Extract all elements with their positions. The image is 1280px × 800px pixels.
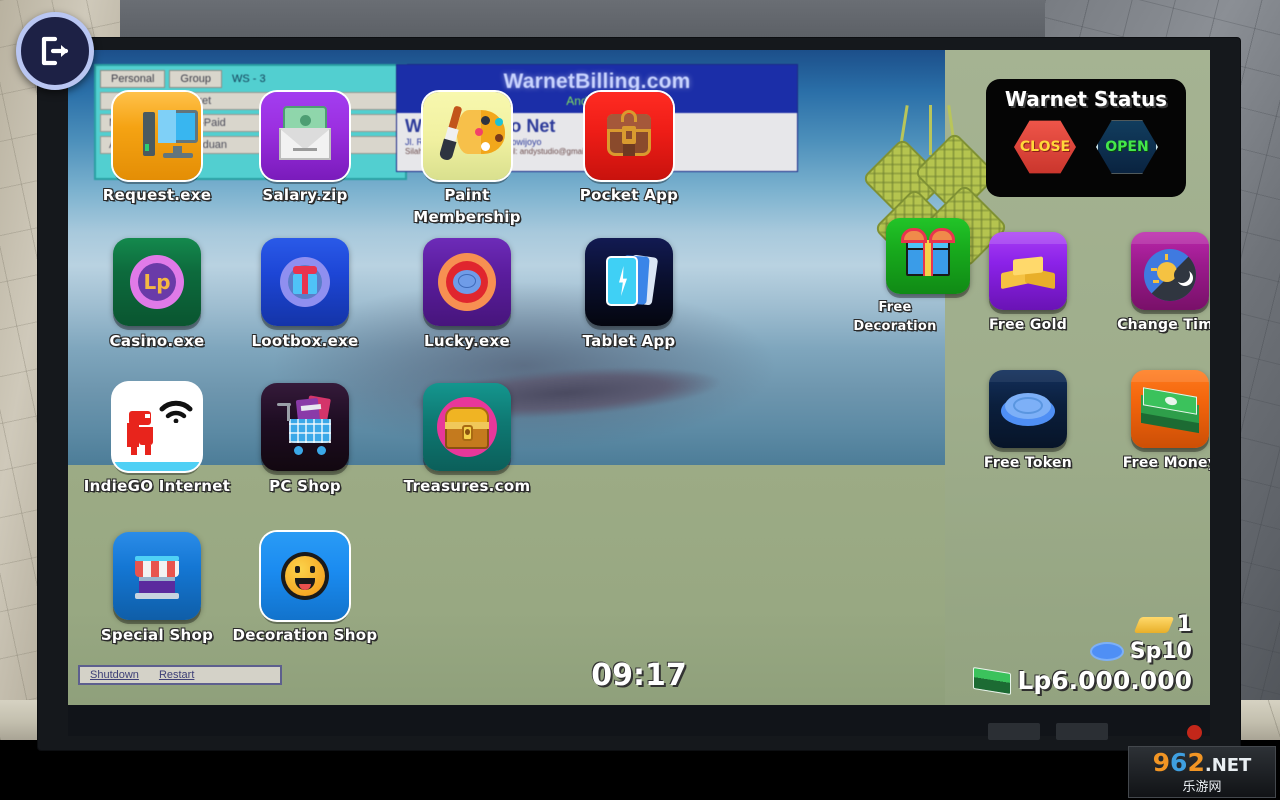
desktop-icon-label: Salary.zip <box>262 186 348 204</box>
desktop-icon-label: Special Shop <box>100 626 214 644</box>
watermark-net: .NET <box>1204 754 1252 776</box>
lucky-wheel-icon[interactable] <box>423 238 511 326</box>
desktop-icon-label: Casino.exe <box>109 332 205 350</box>
dino-wifi-icon[interactable] <box>113 383 201 471</box>
desktop-icon-label: Pocket App <box>579 186 679 204</box>
shutdown-button[interactable]: Shutdown <box>80 669 149 681</box>
reward-icon-label: Change Time <box>1117 317 1210 333</box>
smiley-face-icon[interactable] <box>261 532 349 620</box>
desktop-icon-paint-membership[interactable]: Paint Membership <box>392 92 542 229</box>
shopping-cart-icon[interactable] <box>261 383 349 471</box>
desktop-icon-label: Lootbox.exe <box>251 332 359 350</box>
tab-personal[interactable]: Personal <box>100 70 166 88</box>
desktop-icon-tablet-app[interactable]: Tablet App <box>554 238 704 353</box>
watermark-line-2: 乐游网 <box>1182 779 1222 795</box>
desktop-icon-pc-shop[interactable]: PC Shop <box>230 383 380 498</box>
desktop-icon-label: Lucky.exe <box>424 332 510 350</box>
day-night-icon[interactable] <box>1131 232 1209 310</box>
lootbox-gift-icon[interactable] <box>261 238 349 326</box>
hud-gold-row: 1 <box>973 612 1192 637</box>
desktop-icon-label: Tablet App <box>582 332 676 350</box>
desktop-computer-icon[interactable] <box>113 92 201 180</box>
workstation-label: WS - 3 <box>232 73 266 85</box>
tab-group[interactable]: Group <box>169 70 222 88</box>
monitor-button-2[interactable] <box>1056 723 1108 740</box>
monitor-button-1[interactable] <box>988 723 1040 740</box>
watermark-digit-3: 2 <box>1187 747 1205 777</box>
desktop-icon-salary-zip[interactable]: Salary.zip <box>230 92 380 207</box>
personal-window-tabs[interactable]: Personal Group WS - 3 <box>96 66 405 90</box>
watermark-line-1: 962.NET <box>1153 750 1252 775</box>
reward-icon-change-time[interactable]: Change Time <box>1095 232 1210 335</box>
paint-palette-icon[interactable] <box>423 92 511 180</box>
warnet-status-buttons: CLOSE OPEN <box>1014 119 1158 175</box>
money-envelope-icon[interactable] <box>261 92 349 180</box>
warnet-status-panel: Warnet Status CLOSE OPEN <box>986 79 1186 197</box>
warnet-status-title: Warnet Status <box>1004 87 1168 111</box>
close-warnet-button[interactable]: CLOSE <box>1014 120 1076 174</box>
restart-button[interactable]: Restart <box>149 669 204 681</box>
desktop-screen[interactable]: Personal Group WS - 3 Paket M Pre-Paid A… <box>68 50 1210 705</box>
desktop-icon-label: Decoration Shop <box>232 626 378 644</box>
reward-icon-label: Free Token <box>983 455 1073 471</box>
desktop-icon-label: Paint Membership <box>413 186 521 226</box>
desktop-icon-label: Request.exe <box>102 186 212 204</box>
logout-icon <box>41 36 69 66</box>
cash-stack-icon[interactable] <box>1131 370 1209 448</box>
reward-icon-label: Free Decoration <box>853 300 937 334</box>
desktop-icon-special-shop[interactable]: Special Shop <box>82 532 232 647</box>
reward-icon-free-gold[interactable]: Free Gold <box>953 232 1103 335</box>
desktop-icon-request-exe[interactable]: Request.exe <box>82 92 232 207</box>
reward-icon-free-token[interactable]: Free Token <box>953 370 1103 473</box>
desktop-icon-label: IndieGO Internet <box>83 477 231 495</box>
desktop-icon-lootbox-exe[interactable]: Lootbox.exe <box>230 238 380 353</box>
desktop-icon-casino-exe[interactable]: Lp Casino.exe <box>82 238 232 353</box>
desktop-icon-pocket-app[interactable]: Pocket App <box>554 92 704 207</box>
open-warnet-button[interactable]: OPEN <box>1096 120 1158 174</box>
watermark-digit-1: 9 <box>1152 747 1171 777</box>
logout-button[interactable] <box>16 12 94 90</box>
tablet-cards-icon[interactable] <box>585 238 673 326</box>
storefront-icon[interactable] <box>113 532 201 620</box>
treasure-chest-icon[interactable] <box>423 383 511 471</box>
desktop-icon-label: PC Shop <box>269 477 341 495</box>
reward-icon-free-money[interactable]: Free Money <box>1095 370 1210 473</box>
desktop-icon-label: Treasures.com <box>403 477 531 495</box>
gold-bar-icon <box>1133 616 1174 633</box>
desktop-icon-indiego-internet[interactable]: IndieGO Internet <box>82 383 232 498</box>
satchel-bag-icon[interactable] <box>585 92 673 180</box>
token-chip-icon[interactable] <box>989 370 1067 448</box>
reward-icon-label: Free Gold <box>988 317 1068 333</box>
desktop-icon-treasures-com[interactable]: Treasures.com <box>392 383 542 498</box>
gold-bars-icon[interactable] <box>989 232 1067 310</box>
desktop-icon-lucky-exe[interactable]: Lucky.exe <box>392 238 542 353</box>
site-watermark: 962.NET 乐游网 <box>1128 746 1276 798</box>
casino-chip-icon[interactable]: Lp <box>113 238 201 326</box>
watermark-digit-2: 6 <box>1170 747 1188 777</box>
billing-title: WarnetBilling.com <box>503 70 691 93</box>
taskbar[interactable]: Shutdown Restart <box>78 665 282 685</box>
monitor-power-led <box>1187 725 1202 740</box>
hud-gold-value: 1 <box>1176 612 1192 637</box>
reward-icon-label: Free Money <box>1122 455 1210 471</box>
desktop-icon-decoration-shop[interactable]: Decoration Shop <box>230 532 380 647</box>
